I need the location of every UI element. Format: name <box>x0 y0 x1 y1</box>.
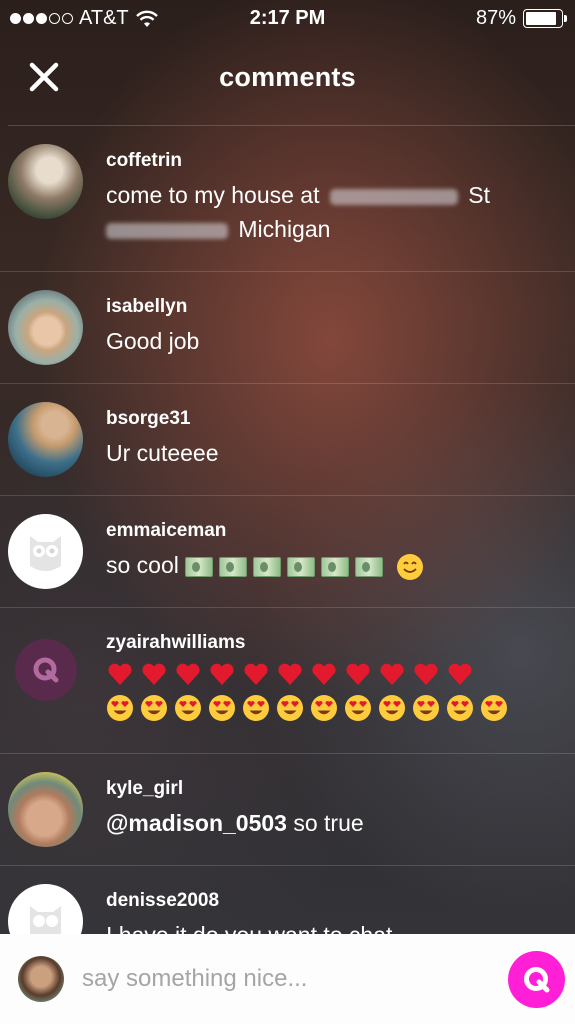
owl-placeholder-icon <box>30 536 61 571</box>
redacted-text <box>329 188 458 205</box>
comment-text: Good job <box>106 328 200 354</box>
heart-emoji <box>448 663 472 685</box>
username[interactable]: denisse2008 <box>106 890 392 912</box>
heart-emoji <box>380 663 404 685</box>
username[interactable]: zyairahwilliams <box>106 632 508 654</box>
comment-text: I have it do you want to chat <box>106 918 392 934</box>
comment-body: bsorge31 Ur cuteeee <box>106 402 239 470</box>
comment-text: Ur cuteeee <box>106 440 219 466</box>
avatar[interactable] <box>8 290 83 365</box>
battery-percent: 87% <box>475 7 516 29</box>
comment-list[interactable]: coffetrin come to my house at St Michiga… <box>0 126 575 934</box>
comment-item[interactable]: bsorge31 Ur cuteeee <box>0 384 575 496</box>
money-emoji <box>321 556 350 577</box>
money-emoji <box>185 556 214 577</box>
comment-item[interactable]: kyle_girl @madison_0503 so true <box>0 754 575 866</box>
comment-text: so cool <box>106 548 424 582</box>
q-logo-icon <box>523 966 549 992</box>
avatar[interactable] <box>8 402 83 477</box>
comment-body: emmaiceman so cool <box>106 514 444 582</box>
heart-eyes-emoji <box>175 695 201 721</box>
comment-item[interactable]: coffetrin come to my house at St Michiga… <box>0 126 575 272</box>
status-right: 87% <box>475 7 567 30</box>
comment-input[interactable] <box>82 959 482 999</box>
comment-text-main: so cool <box>106 552 186 578</box>
heart-emoji <box>346 663 370 685</box>
money-emoji <box>219 556 248 577</box>
comment-text-end: Michigan <box>232 216 331 242</box>
heart-emoji <box>210 663 234 685</box>
comment-body: kyle_girl @madison_0503 so true <box>106 772 384 840</box>
comment-text: come to my house at St Michigan <box>106 178 490 246</box>
username[interactable]: kyle_girl <box>106 778 364 800</box>
page-title: comments <box>219 62 356 92</box>
user-avatar <box>18 956 64 1002</box>
heart-emoji <box>414 663 438 685</box>
heart-emoji <box>176 663 200 685</box>
username[interactable]: isabellyn <box>106 296 199 318</box>
avatar[interactable] <box>8 144 83 219</box>
heart-eyes-emoji <box>107 695 133 721</box>
comment-text-main: so true <box>286 810 364 836</box>
heart-eyes-emoji <box>311 695 337 721</box>
heart-eyes-emoji <box>277 695 303 721</box>
send-button[interactable] <box>508 951 565 1008</box>
money-emoji <box>253 556 282 577</box>
heart-emoji <box>278 663 302 685</box>
comment-item[interactable]: isabellyn Good job <box>0 272 575 384</box>
heart-emoji <box>108 663 132 685</box>
q-logo-icon <box>33 657 58 682</box>
money-emoji <box>355 556 384 577</box>
comment-text: @madison_0503 so true <box>106 806 364 840</box>
heart-eyes-emoji <box>345 695 371 721</box>
battery-fill <box>526 12 556 25</box>
avatar[interactable] <box>8 884 83 934</box>
username[interactable]: bsorge31 <box>106 408 219 430</box>
hearts-row <box>106 660 508 688</box>
heart-emoji <box>244 663 268 685</box>
comment-composer <box>0 934 575 1024</box>
heart-eyes-emoji <box>447 695 473 721</box>
heart-eyes-emoji <box>209 695 235 721</box>
comment-item[interactable]: zyairahwilliams <box>0 608 575 754</box>
username[interactable]: emmaiceman <box>106 520 424 542</box>
q-avatar <box>14 638 77 701</box>
heart-emoji <box>142 663 166 685</box>
money-emoji <box>287 556 316 577</box>
comment-item[interactable]: emmaiceman so cool <box>0 496 575 608</box>
redacted-text <box>106 222 228 239</box>
header: comments <box>0 40 575 125</box>
comment-text-start: come to my house at <box>106 182 326 208</box>
avatar[interactable] <box>8 772 83 847</box>
heart-eyes-emoji <box>141 695 167 721</box>
heart-eyes-emoji <box>413 695 439 721</box>
avatar[interactable] <box>8 514 83 589</box>
avatar[interactable] <box>8 626 83 701</box>
status-bar: AT&T 2:17 PM 87% <box>0 0 575 40</box>
comment-body: denisse2008 I have it do you want to cha… <box>106 884 412 934</box>
heart-eyes-emoji <box>481 695 507 721</box>
comment-body: isabellyn Good job <box>106 290 219 358</box>
owl-placeholder-icon <box>30 906 61 934</box>
comment-text-mid: St <box>461 182 491 208</box>
battery-icon <box>523 9 567 28</box>
comment-body: zyairahwilliams <box>106 626 528 722</box>
comment-item[interactable]: denisse2008 I have it do you want to cha… <box>0 866 575 934</box>
comment-body: coffetrin come to my house at St Michiga… <box>106 144 510 246</box>
heart-eyes-row <box>106 694 508 722</box>
username[interactable]: coffetrin <box>106 150 490 172</box>
smile-emoji <box>396 553 423 580</box>
heart-eyes-emoji <box>243 695 269 721</box>
heart-eyes-emoji <box>379 695 405 721</box>
mention-link[interactable]: @madison_0503 <box>106 810 287 836</box>
heart-emoji <box>312 663 336 685</box>
